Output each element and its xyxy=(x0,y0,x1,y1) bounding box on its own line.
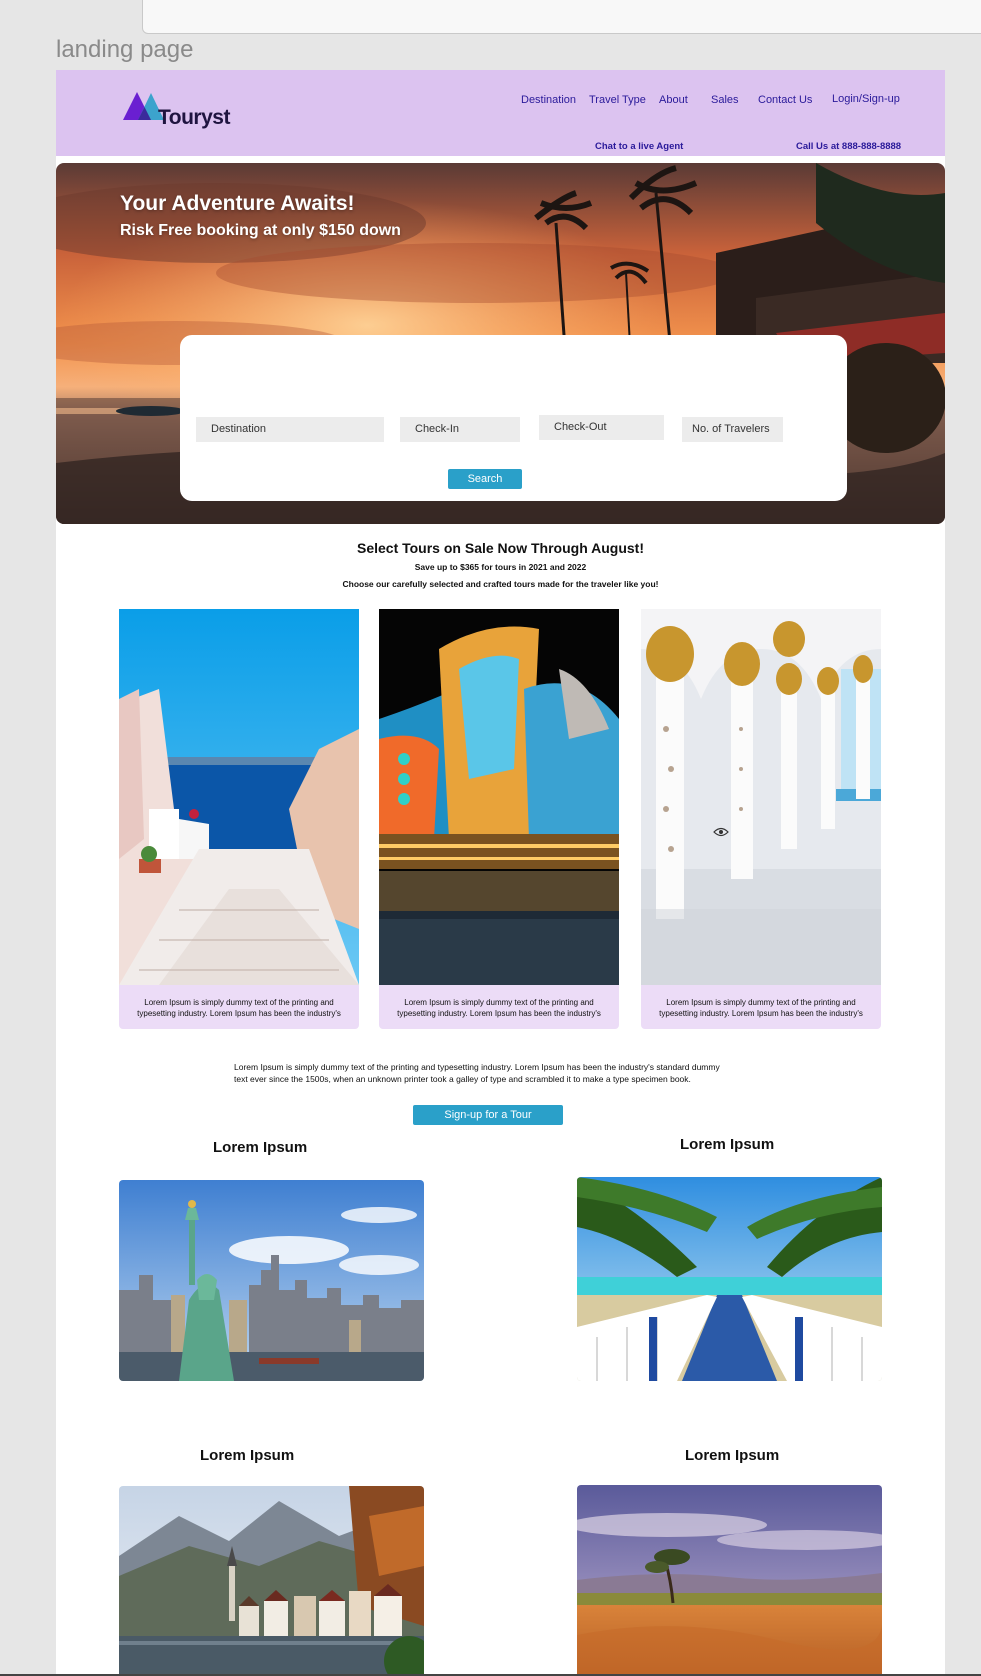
sydney-opera-house-image xyxy=(379,609,619,985)
travelers-field[interactable]: No. of Travelers xyxy=(682,417,783,442)
intro-paragraph: Lorem Ipsum is simply dummy text of the … xyxy=(234,1062,720,1084)
nav-travel-type[interactable]: Travel Type xyxy=(589,94,646,106)
desert-dunes-image[interactable] xyxy=(577,1485,882,1676)
brand-name[interactable]: Touryst xyxy=(158,106,230,130)
sale-tagline: Choose our carefully selected and crafte… xyxy=(342,579,659,589)
tour-card[interactable]: Lorem Ipsum is simply dummy text of the … xyxy=(641,609,881,1029)
nav-sales[interactable]: Sales xyxy=(711,94,739,106)
check-in-field[interactable]: Check-In xyxy=(400,417,520,442)
editor-toolbar-panel xyxy=(142,0,981,34)
frame-label: landing page xyxy=(56,36,194,63)
grid-item-title: Lorem Ipsum xyxy=(685,1447,780,1464)
hallstatt-village-image[interactable] xyxy=(119,1486,424,1676)
tour-card-caption: Lorem Ipsum is simply dummy text of the … xyxy=(119,985,359,1029)
nav-about[interactable]: About xyxy=(659,94,688,106)
search-panel: Destination Check-In Check-Out No. of Tr… xyxy=(180,335,847,501)
nav-destination[interactable]: Destination xyxy=(521,94,576,106)
tour-card-caption: Lorem Ipsum is simply dummy text of the … xyxy=(641,985,881,1029)
tour-card-caption: Lorem Ipsum is simply dummy text of the … xyxy=(379,985,619,1029)
tour-card[interactable]: Lorem Ipsum is simply dummy text of the … xyxy=(379,609,619,1029)
chat-agent-link[interactable]: Chat to a live Agent xyxy=(595,141,683,152)
signup-tour-button[interactable]: Sign-up for a Tour xyxy=(413,1105,563,1125)
sale-savings-line: Save up to $365 for tours in 2021 and 20… xyxy=(414,562,587,572)
statue-of-liberty-image[interactable] xyxy=(119,1180,424,1381)
search-button[interactable]: Search xyxy=(448,469,522,489)
beach-boardwalk-image[interactable] xyxy=(577,1177,882,1381)
santorini-image xyxy=(119,609,359,985)
call-us-link[interactable]: Call Us at 888-888-8888 xyxy=(796,141,901,152)
check-out-field[interactable]: Check-Out xyxy=(539,415,664,440)
sale-heading: Select Tours on Sale Now Through August! xyxy=(356,540,644,556)
hero-banner: Your Adventure Awaits! Risk Free booking… xyxy=(56,163,945,524)
site-header: Touryst Destination Travel Type About Sa… xyxy=(56,70,945,156)
landing-page-artboard: Touryst Destination Travel Type About Sa… xyxy=(56,70,945,1676)
nav-login-signup[interactable]: Login/Sign-up xyxy=(832,93,900,105)
hero-subtitle: Risk Free booking at only $150 down xyxy=(120,222,401,239)
eye-icon[interactable] xyxy=(713,827,729,837)
hero-title: Your Adventure Awaits! xyxy=(120,192,355,215)
tour-card[interactable]: Lorem Ipsum is simply dummy text of the … xyxy=(119,609,359,1029)
grand-mosque-image xyxy=(641,609,881,985)
grid-item-title: Lorem Ipsum xyxy=(200,1447,295,1464)
nav-contact-us[interactable]: Contact Us xyxy=(758,94,812,106)
grid-item-title: Lorem Ipsum xyxy=(213,1139,308,1156)
grid-item-title: Lorem Ipsum xyxy=(680,1136,775,1153)
destination-field[interactable]: Destination xyxy=(196,417,384,442)
